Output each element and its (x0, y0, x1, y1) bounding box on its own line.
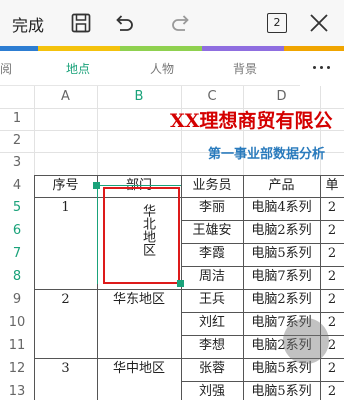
product-cell[interactable]: 电脑2系列 (243, 289, 320, 311)
selection-handle[interactable] (177, 280, 184, 287)
staff-cell[interactable]: 刘强 (181, 381, 243, 400)
undo-icon[interactable] (113, 12, 135, 34)
row-header-12[interactable]: 12 (0, 358, 34, 380)
row-header-1[interactable]: 1 (0, 108, 34, 130)
seq-cell[interactable]: 1 (34, 197, 97, 219)
row-header-6[interactable]: 6 (0, 220, 34, 242)
row-header-8[interactable]: 8 (0, 266, 34, 288)
tab-bar: 阅 地点 人物 背景 (0, 51, 344, 86)
redo-icon[interactable] (170, 12, 192, 34)
product-cell[interactable]: 电脑7系列 (243, 266, 320, 288)
tab-background[interactable]: 背景 (233, 60, 257, 77)
column-header-d[interactable]: D (243, 86, 320, 108)
row-header-5[interactable]: 5 (0, 197, 34, 219)
extra-cell[interactable]: 2 (320, 243, 344, 265)
sheet-subtitle[interactable]: 第一事业部数据分析 (208, 143, 325, 162)
tab-location[interactable]: 地点 (66, 60, 90, 77)
product-cell[interactable]: 电脑5系列 (243, 243, 320, 265)
row-header-13[interactable]: 13 (0, 381, 34, 400)
extra-cell[interactable]: 2 (320, 220, 344, 242)
seq-cell[interactable]: 3 (34, 358, 97, 380)
more-dot (320, 66, 323, 69)
top-toolbar: 完成 2 (0, 0, 344, 46)
staff-cell[interactable]: 周洁 (181, 266, 243, 288)
row-header-2[interactable]: 2 (0, 130, 34, 152)
column-header-c[interactable]: C (181, 86, 243, 108)
staff-cell[interactable]: 李丽 (181, 197, 243, 219)
header-cell-product[interactable]: 产品 (243, 175, 320, 197)
staff-cell[interactable]: 李霞 (181, 243, 243, 265)
column-header-b[interactable]: B (97, 86, 181, 108)
staff-cell[interactable]: 刘红 (181, 312, 243, 334)
more-icon[interactable] (300, 51, 344, 86)
more-dot (313, 66, 316, 69)
tab-people[interactable]: 人物 (150, 60, 174, 77)
extra-cell[interactable]: 2 (320, 197, 344, 219)
dept-cell[interactable]: 华中地区 (97, 358, 181, 380)
row-header-3[interactable]: 3 (0, 152, 34, 174)
save-icon[interactable] (70, 12, 92, 34)
dept-cell[interactable]: 华东地区 (97, 289, 181, 311)
column-header-a[interactable]: A (34, 86, 97, 108)
more-dot (327, 66, 330, 69)
selection-handle[interactable] (93, 182, 100, 189)
staff-cell[interactable]: 李想 (181, 335, 243, 357)
product-cell[interactable]: 电脑5系列 (243, 381, 320, 400)
row-header-4[interactable]: 4 (0, 175, 34, 197)
seq-cell[interactable]: 2 (34, 289, 97, 311)
product-cell[interactable]: 电脑2系列 (243, 220, 320, 242)
extra-cell[interactable]: 2 (320, 289, 344, 311)
selection-outline (97, 185, 181, 186)
row-header-11[interactable]: 11 (0, 335, 34, 357)
staff-cell[interactable]: 王兵 (181, 289, 243, 311)
extra-cell[interactable]: 2 (320, 381, 344, 400)
sheet-title[interactable]: XX理想商贸有限公 (170, 108, 332, 134)
page-count-button[interactable]: 2 (267, 13, 287, 33)
staff-cell[interactable]: 王雄安 (181, 220, 243, 242)
product-cell[interactable]: 电脑4系列 (243, 197, 320, 219)
done-button[interactable]: 完成 (12, 12, 44, 36)
selection-outline (97, 185, 98, 284)
selected-cell-highlight (103, 187, 180, 284)
extra-cell[interactable]: 2 (320, 358, 344, 380)
tab-partial[interactable]: 阅 (0, 60, 12, 77)
floating-action-button[interactable] (283, 318, 329, 364)
header-cell-extra[interactable]: 单 (320, 175, 344, 197)
extra-cell[interactable]: 2 (320, 266, 344, 288)
row-header-7[interactable]: 7 (0, 243, 34, 265)
header-cell-staff[interactable]: 业务员 (181, 175, 243, 197)
row-header-9[interactable]: 9 (0, 289, 34, 311)
header-cell-seq[interactable]: 序号 (34, 175, 97, 197)
row-header-10[interactable]: 10 (0, 312, 34, 334)
close-icon[interactable] (308, 12, 330, 34)
staff-cell[interactable]: 张蓉 (181, 358, 243, 380)
